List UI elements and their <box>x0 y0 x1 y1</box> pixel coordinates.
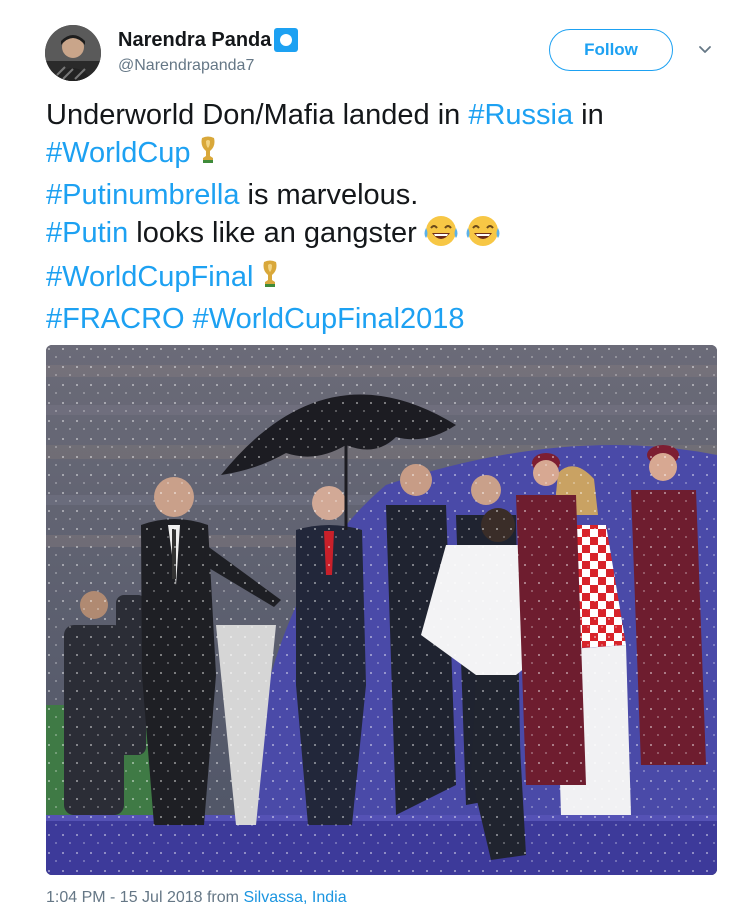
trophy-emoji-icon <box>259 260 281 300</box>
timestamp[interactable]: 1:04 PM - 15 Jul 2018 from <box>46 889 243 906</box>
tweet-text-line: #WorldCupFinal <box>46 258 726 300</box>
tweet-text-line: Underworld Don/Mafia landed in #Russia i… <box>46 96 726 134</box>
tweet-text-segment <box>185 303 193 335</box>
hashtag-link[interactable]: #WorldCupFinal2018 <box>193 303 465 335</box>
tweet-text-segment: in <box>573 99 604 131</box>
tweet-text-segment: is marvelous. <box>239 179 419 211</box>
hashtag-link[interactable]: #Putin <box>46 217 128 249</box>
avatar[interactable] <box>45 25 101 81</box>
tweet-text-segment: Underworld Don/Mafia landed in <box>46 99 469 131</box>
hashtag-link[interactable]: #FRACRO <box>46 303 185 335</box>
location-link[interactable]: Silvassa, India <box>243 889 346 906</box>
hashtag-link[interactable]: #Russia <box>468 99 573 131</box>
chevron-down-icon[interactable] <box>696 41 714 59</box>
verified-badge-icon <box>274 28 299 52</box>
tweet-text-line: #FRACRO #WorldCupFinal2018 <box>46 300 726 338</box>
trophy-emoji-icon <box>197 136 219 176</box>
tweet-text-line: #Putin looks like an gangster <box>46 214 726 258</box>
hashtag-link[interactable]: #Putinumbrella <box>46 179 239 211</box>
author-name-text[interactable]: Narendra Panda <box>118 29 271 52</box>
author-handle[interactable]: @Narendrapanda7 <box>118 57 254 75</box>
tweet-footer: 1:04 PM - 15 Jul 2018 from Silvassa, Ind… <box>46 889 347 907</box>
follow-button[interactable]: Follow <box>549 29 673 71</box>
tweet-text: Underworld Don/Mafia landed in #Russia i… <box>46 96 726 338</box>
hashtag-link[interactable]: #WorldCupFinal <box>46 261 253 293</box>
tweet-text-line: #Putinumbrella is marvelous. <box>46 176 726 214</box>
tears-of-joy-emoji-icon <box>423 214 459 258</box>
tweet-text-segment: looks like an gangster <box>128 217 417 249</box>
tweet-text-line: #WorldCup <box>46 134 726 176</box>
author-name[interactable]: Narendra Panda <box>118 28 299 52</box>
tweet-photo[interactable] <box>46 345 717 875</box>
hashtag-link[interactable]: #WorldCup <box>46 137 191 169</box>
tweet-card: Narendra Panda @Narendrapanda7 Follow Un… <box>0 0 750 915</box>
tears-of-joy-emoji-icon <box>465 214 501 258</box>
